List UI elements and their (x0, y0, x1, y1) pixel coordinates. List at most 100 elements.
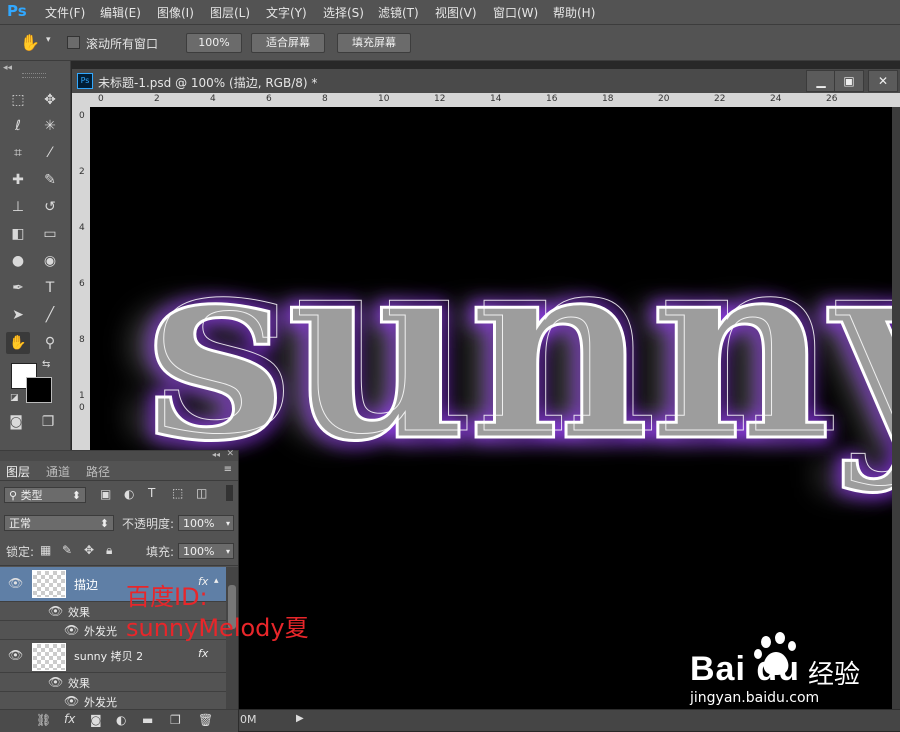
swap-colors-icon[interactable]: ⇆ (42, 359, 50, 370)
close-icon[interactable]: ✕ (868, 70, 898, 92)
lasso-tool-icon[interactable]: ℓ (6, 115, 30, 137)
lock-brush-icon[interactable]: ✎ (62, 543, 72, 557)
menu-view[interactable]: 视图(V) (435, 4, 477, 21)
lock-transparent-icon[interactable]: ▦ (40, 543, 51, 557)
type-tool-icon[interactable]: T (38, 277, 62, 299)
layer-thumbnail (32, 570, 66, 598)
zoom-100-button[interactable]: 100% (186, 33, 242, 53)
type-filter-icon[interactable]: T (148, 486, 155, 500)
history-brush-tool-icon[interactable]: ↺ (38, 196, 62, 218)
tool-preset-chevron-icon[interactable]: ▾ (46, 35, 51, 45)
menu-edit[interactable]: 编辑(E) (100, 4, 141, 21)
adjustment-layer-icon[interactable]: ◐ (116, 713, 126, 727)
healing-brush-tool-icon[interactable]: ✚ (6, 169, 30, 191)
tab-layers[interactable]: 图层 (6, 463, 30, 480)
menu-type[interactable]: 文字(Y) (266, 4, 307, 21)
minimize-icon[interactable]: ▁ (806, 70, 836, 92)
menu-help[interactable]: 帮助(H) (553, 4, 595, 21)
menu-window[interactable]: 窗口(W) (493, 4, 538, 21)
opacity-field[interactable]: 100% ▾ (178, 515, 234, 531)
hand-tool-icon[interactable]: ✋ (6, 332, 30, 354)
menu-filter[interactable]: 滤镜(T) (378, 4, 419, 21)
effect-name: 外发光 (84, 625, 117, 638)
move-tool-icon[interactable]: ✥ (38, 89, 62, 111)
visibility-eye-icon[interactable]: 👁︎ (8, 576, 23, 590)
blur-tool-icon[interactable]: ● (6, 250, 30, 272)
default-colors-icon[interactable]: ◪ (10, 393, 19, 403)
jingyan-wordmark: 经验 (808, 660, 861, 690)
hand-tool-icon[interactable]: ✋ (20, 33, 40, 52)
layer-name[interactable]: 描边 (74, 576, 98, 593)
close-panel-icon[interactable]: ✕ (226, 449, 234, 459)
lock-position-icon[interactable]: ✥ (84, 543, 94, 557)
visibility-eye-icon[interactable]: 👁︎ (64, 694, 79, 708)
pixel-filter-icon[interactable]: ▣ (100, 487, 111, 501)
ruler-corner (72, 93, 90, 107)
filter-kind-select[interactable]: ⚲ 类型 ⬍ (4, 487, 86, 503)
eraser-tool-icon[interactable]: ◧ (6, 223, 30, 245)
ruler-tick: 24 (770, 94, 782, 104)
screen-mode-icon[interactable]: ❐ (36, 411, 60, 433)
tab-paths[interactable]: 路径 (86, 463, 110, 480)
smart-object-filter-icon[interactable]: ◫ (196, 486, 207, 500)
zoom-tool-icon[interactable]: ⚲ (38, 332, 62, 354)
visibility-eye-icon[interactable]: 👁︎ (64, 623, 79, 637)
collapse-toolbar-icon[interactable]: ◂◂ (3, 63, 12, 73)
path-selection-tool-icon[interactable]: ➤ (6, 304, 30, 326)
ruler-tick: 0 (79, 111, 85, 121)
visibility-eye-icon[interactable]: 👁︎ (48, 604, 63, 618)
layers-footer: ⛓︎ fx ◙ ◐ ▬ ❐ 🗑︎ (0, 709, 238, 732)
menu-select[interactable]: 选择(S) (323, 4, 364, 21)
link-layers-icon[interactable]: ⛓︎ (36, 713, 51, 727)
eyedropper-tool-icon[interactable]: ⁄ (38, 142, 62, 164)
document-tab[interactable]: Ps 未标题-1.psd @ 100% (描边, RGB/8) * ▁ ▣ ✕ (72, 69, 900, 94)
toolbar-grip[interactable] (22, 73, 46, 78)
quick-mask-icon[interactable]: ◙ (4, 411, 28, 433)
ruler-tick: 16 (546, 94, 558, 104)
baidu-jingyan-logo: Bai du 经验 jingyan.baidu.com (690, 632, 890, 712)
tab-channels[interactable]: 通道 (46, 463, 70, 480)
dodge-tool-icon[interactable]: ◉ (38, 250, 62, 272)
effects-row[interactable]: 👁︎ 效果 (0, 673, 226, 692)
menu-file[interactable]: 文件(F) (45, 4, 85, 21)
marquee-tool-icon[interactable]: ⬚ (6, 89, 30, 111)
fit-screen-button[interactable]: 适合屏幕 (251, 33, 325, 53)
shape-filter-icon[interactable]: ⬚ (172, 486, 183, 500)
layer-name[interactable]: sunny 拷贝 2 (74, 648, 143, 664)
fill-screen-button[interactable]: 填充屏幕 (337, 33, 411, 53)
search-icon: ⚲ (9, 489, 18, 502)
status-menu-arrow-icon[interactable]: ▶ (296, 713, 304, 724)
crop-tool-icon[interactable]: ⌗ (6, 142, 30, 164)
line-tool-icon[interactable]: ╱ (38, 304, 62, 326)
maximize-icon[interactable]: ▣ (834, 70, 864, 92)
adjustment-filter-icon[interactable]: ◐ (124, 487, 134, 501)
background-color-swatch[interactable] (26, 377, 52, 403)
delete-layer-icon[interactable]: 🗑︎ (198, 713, 213, 727)
pen-tool-icon[interactable]: ✒ (6, 277, 30, 299)
fx-icon[interactable]: fx (198, 647, 208, 660)
visibility-eye-icon[interactable]: 👁︎ (48, 675, 63, 689)
collapse-panel-icon[interactable]: ◂◂ (212, 450, 220, 459)
visibility-eye-icon[interactable]: 👁︎ (8, 648, 23, 662)
watermark-line-2: sunnyMelody夏 (126, 614, 309, 642)
fill-field[interactable]: 100% ▾ (178, 543, 234, 559)
magic-wand-tool-icon[interactable]: ✳ (38, 115, 62, 137)
add-style-icon[interactable]: fx (64, 712, 75, 726)
add-mask-icon[interactable]: ◙ (90, 713, 102, 727)
menu-layer[interactable]: 图层(L) (210, 4, 250, 21)
lock-label: 锁定: (6, 545, 35, 559)
layer-row-sunny-copy-2[interactable]: 👁︎ sunny 拷贝 2 fx (0, 640, 226, 673)
lock-all-icon[interactable]: 🔒︎ (106, 543, 112, 558)
ruler-tick: 1 (79, 391, 85, 401)
menu-image[interactable]: 图像(I) (157, 4, 194, 21)
scroll-all-checkbox[interactable] (67, 36, 80, 49)
clone-stamp-tool-icon[interactable]: ⊥ (6, 196, 30, 218)
panel-menu-icon[interactable]: ≡ (224, 464, 232, 475)
gradient-tool-icon[interactable]: ▭ (38, 223, 62, 245)
brush-tool-icon[interactable]: ✎ (38, 169, 62, 191)
filter-toggle[interactable] (226, 485, 233, 501)
new-layer-icon[interactable]: ❐ (170, 713, 181, 727)
blend-mode-select[interactable]: 正常 ⬍ (4, 515, 114, 531)
new-group-icon[interactable]: ▬ (142, 713, 153, 727)
fill-value: 100% (183, 545, 215, 558)
